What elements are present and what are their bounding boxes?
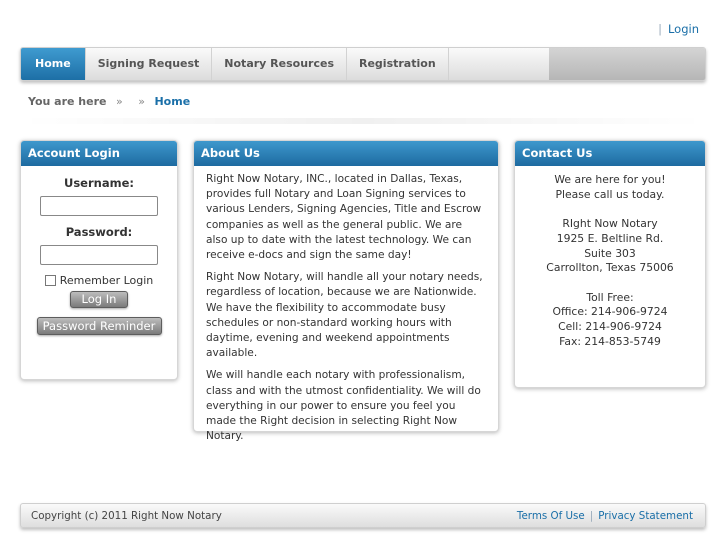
login-button[interactable]: Log In <box>70 291 128 308</box>
contact-address-1: 1925 E. Beltline Rd. <box>556 231 664 245</box>
contact-us-panel: Contact Us We are here for you! Please c… <box>514 140 706 388</box>
contact-address-2: Suite 303 <box>584 246 636 260</box>
top-login-link[interactable]: Login <box>668 22 699 36</box>
contact-company: RIght Now Notary <box>562 217 658 231</box>
footer-links-separator: | <box>589 509 594 522</box>
account-login-panel: Account Login Username: Password: Rememb… <box>20 140 178 380</box>
breadcrumb-label: You are here <box>28 95 107 108</box>
top-links: | Login <box>658 22 699 36</box>
divider <box>20 118 706 124</box>
nav-filler <box>548 48 705 80</box>
username-label: Username: <box>64 176 134 190</box>
footer-copyright: Copyright (c) 2011 Right Now Notary <box>31 509 222 522</box>
top-links-separator: | <box>658 22 662 36</box>
privacy-statement-link[interactable]: Privacy Statement <box>598 510 693 522</box>
breadcrumb-current[interactable]: Home <box>154 95 190 108</box>
about-us-body: Right Now Notary, INC., located in Dalla… <box>194 166 498 444</box>
contact-office-phone: Office: 214-906-9724 <box>552 305 668 319</box>
about-paragraph-2: Right Now Notary, will handle all your n… <box>206 271 483 360</box>
nav-tab-home[interactable]: Home <box>21 48 86 80</box>
main-nav: Home Signing Request Notary Resources Re… <box>20 47 706 81</box>
contact-toll-free-label: Toll Free: <box>586 290 634 304</box>
about-us-title: About Us <box>194 141 498 166</box>
account-login-title: Account Login <box>21 141 177 166</box>
username-input[interactable] <box>40 196 158 216</box>
password-label: Password: <box>65 225 133 239</box>
contact-city: Carrollton, Texas 75006 <box>546 261 674 275</box>
contact-line-2: Please call us today. <box>555 187 665 201</box>
contact-line-1: We are here for you! <box>554 173 666 186</box>
footer-links: Terms Of Use | Privacy Statement <box>517 510 693 522</box>
contact-cell-phone: Cell: 214-906-9724 <box>558 320 662 333</box>
contact-fax: Fax: 214-853-5749 <box>559 334 661 348</box>
breadcrumb: You are here » » Home <box>28 95 190 108</box>
remember-login-label: Remember Login <box>59 274 154 287</box>
breadcrumb-separator-2: » <box>138 95 145 108</box>
contact-us-body: We are here for you! Please call us toda… <box>515 166 705 349</box>
remember-login: Remember Login <box>21 274 177 287</box>
password-input[interactable] <box>40 245 158 265</box>
about-us-panel: About Us Right Now Notary, INC., located… <box>193 140 499 442</box>
footer: Copyright (c) 2011 Right Now Notary Term… <box>20 503 706 528</box>
contact-gap <box>515 202 705 217</box>
nav-tab-notary-resources[interactable]: Notary Resources <box>212 48 347 80</box>
password-reminder-button[interactable]: Password Reminder <box>36 317 162 335</box>
contact-gap-2 <box>515 276 705 291</box>
nav-tab-registration[interactable]: Registration <box>347 48 449 80</box>
remember-login-checkbox[interactable] <box>44 275 56 286</box>
breadcrumb-separator: » <box>116 95 123 108</box>
contact-us-title: Contact Us <box>515 141 705 166</box>
about-paragraph-3: We will handle each notary with professi… <box>206 369 481 443</box>
nav-tab-signing-request[interactable]: Signing Request <box>86 48 213 80</box>
terms-of-use-link[interactable]: Terms Of Use <box>517 510 585 522</box>
about-paragraph-1: Right Now Notary, INC., located in Dalla… <box>206 173 482 262</box>
